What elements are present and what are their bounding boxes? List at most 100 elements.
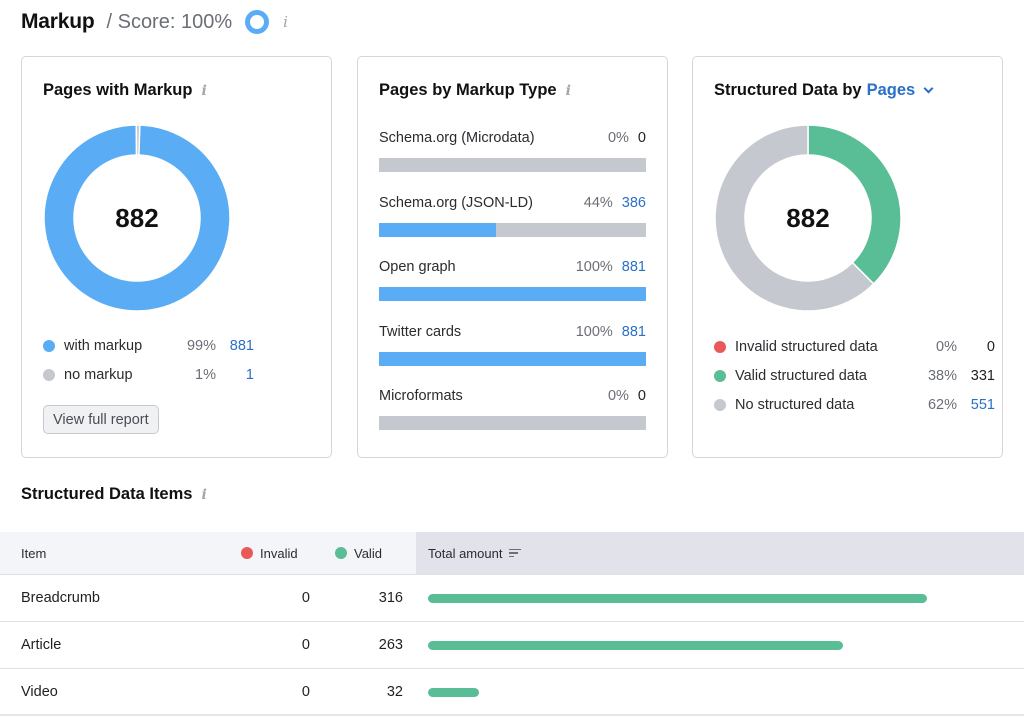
structured-data-by-card: Structured Data by Pages 882 Invalid str…	[692, 56, 1003, 458]
pages-by-markup-type-card: Pages by Markup Type i Schema.org (Micro…	[357, 56, 668, 458]
legend-percent: 62%	[927, 396, 957, 413]
markup-type-percent: 100%	[575, 259, 613, 275]
score-ring-icon	[245, 10, 270, 34]
legend-dot-with-markup	[43, 339, 55, 352]
total-amount-bar	[428, 688, 479, 697]
card-title-text: Pages with Markup	[43, 81, 193, 99]
card-title: Pages by Markup Type i	[379, 81, 571, 100]
info-icon[interactable]: i	[201, 83, 206, 99]
legend-value: 331	[970, 367, 995, 384]
section-title: Structured Data Items i	[21, 485, 207, 504]
column-header-label: Invalid	[260, 545, 298, 561]
markup-type-row: Schema.org (JSON-LD) 44% 386	[379, 193, 646, 213]
info-icon[interactable]: i	[566, 83, 571, 99]
markup-type-bar-track	[379, 351, 646, 366]
legend-label: No structured data	[735, 396, 855, 413]
total-amount-bar	[428, 594, 927, 603]
page-title: Markup	[21, 10, 95, 33]
legend-label: with markup	[64, 337, 143, 354]
view-full-report-button[interactable]: View full report	[43, 405, 159, 434]
sort-icon[interactable]	[509, 548, 522, 558]
legend-label: no markup	[64, 366, 133, 383]
info-icon[interactable]: i	[283, 13, 288, 31]
markup-type-bar-track	[379, 287, 646, 301]
column-header-label: Valid	[354, 545, 382, 561]
markup-type-bar-fill	[379, 222, 497, 237]
table-row[interactable]: Breadcrumb 0 316	[0, 575, 1024, 622]
markup-type-name: Open graph	[379, 259, 456, 275]
structured-data-donut: 882	[714, 124, 902, 312]
legend-percent: 99%	[186, 337, 216, 354]
legend-row: with markup 99% 881	[43, 331, 254, 360]
markup-type-item: Twitter cards 100% 881	[379, 322, 646, 366]
table-row[interactable]: Article 0 263	[0, 622, 1024, 669]
markup-type-name: Microformats	[379, 388, 463, 404]
invalid-count: 0	[301, 590, 310, 606]
markup-type-value-link[interactable]: 386	[622, 195, 646, 211]
markup-type-bar-fill	[379, 287, 646, 301]
card-title-text: Pages by Markup Type	[379, 81, 557, 99]
markup-type-value: 0	[637, 130, 646, 146]
markup-type-name: Twitter cards	[379, 323, 462, 340]
legend-percent: 0%	[936, 338, 957, 355]
legend: Invalid structured data 0% 0 Valid struc…	[714, 332, 995, 419]
legend-label: Invalid structured data	[735, 338, 878, 355]
markup-type-value-link[interactable]: 881	[622, 324, 646, 340]
markup-type-percent: 100%	[575, 323, 613, 340]
markup-type-percent: 44%	[583, 194, 613, 211]
legend-value-link[interactable]: 1	[216, 367, 254, 383]
donut-total: 882	[786, 202, 830, 233]
legend-value: 0	[986, 338, 995, 355]
page-header: Markup / Score: 100% i	[21, 8, 288, 36]
legend-percent: 1%	[195, 366, 216, 383]
markup-type-bar-fill	[379, 351, 646, 366]
markup-type-value-link[interactable]: 881	[622, 259, 646, 275]
table-row[interactable]: Video 0 32	[0, 669, 1024, 716]
structured-data-items-table: Item Invalid Valid Total amount Breadcru…	[0, 532, 1024, 716]
valid-dot-icon	[335, 547, 347, 559]
column-header-label: Total amount	[428, 545, 503, 561]
legend-value-link[interactable]: 881	[216, 338, 254, 354]
markup-type-value: 0	[637, 388, 646, 404]
section-title-text: Structured Data Items	[21, 485, 193, 503]
card-title-text: Structured Data by	[714, 81, 862, 99]
invalid-count: 0	[301, 684, 310, 700]
valid-count: 32	[386, 684, 403, 700]
legend-dot-valid	[714, 369, 726, 382]
card-title: Pages with Markup i	[43, 81, 207, 100]
legend-value-link[interactable]: 551	[957, 397, 995, 413]
score-label: / Score: 100%	[106, 10, 233, 33]
legend-row: Valid structured data 38% 331	[714, 361, 995, 390]
markup-type-row: Twitter cards 100% 881	[379, 322, 646, 342]
item-name: Video	[21, 684, 58, 700]
legend-dot-no-markup	[43, 368, 55, 381]
item-name: Breadcrumb	[21, 590, 100, 606]
markup-type-item: Microformats 0% 0	[379, 386, 646, 430]
markup-type-row: Open graph 100% 881	[379, 257, 646, 277]
column-header-valid[interactable]: Valid	[335, 546, 382, 561]
item-name: Article	[21, 637, 62, 653]
legend-dot-invalid	[714, 340, 726, 353]
info-icon[interactable]: i	[201, 487, 206, 503]
donut-total: 882	[115, 202, 159, 233]
invalid-count: 0	[301, 637, 310, 653]
legend-row: No structured data 62% 551	[714, 390, 995, 419]
legend: with markup 99% 881 no markup 1% 1	[43, 331, 254, 389]
card-title: Structured Data by Pages	[714, 81, 934, 100]
legend-row: Invalid structured data 0% 0	[714, 332, 995, 361]
column-header-invalid[interactable]: Invalid	[241, 546, 298, 561]
legend-label: Valid structured data	[735, 367, 867, 384]
valid-count: 316	[378, 590, 403, 606]
total-amount-bar	[428, 641, 844, 650]
pages-selector-dropdown[interactable]: Pages	[867, 81, 916, 100]
markup-type-item: Schema.org (JSON-LD) 44% 386	[379, 193, 646, 237]
markup-type-row: Microformats 0% 0	[379, 386, 646, 406]
chevron-down-icon[interactable]	[923, 83, 934, 93]
markup-type-bar-track	[379, 416, 646, 430]
column-header-total-amount[interactable]: Total amount	[416, 532, 1024, 574]
valid-count: 263	[378, 637, 403, 653]
table-header: Item Invalid Valid Total amount	[0, 532, 1024, 575]
pages-with-markup-card: Pages with Markup i 882 with markup 99% …	[21, 56, 332, 458]
column-header-item[interactable]: Item	[21, 546, 46, 561]
markup-type-bar-track	[379, 222, 646, 237]
